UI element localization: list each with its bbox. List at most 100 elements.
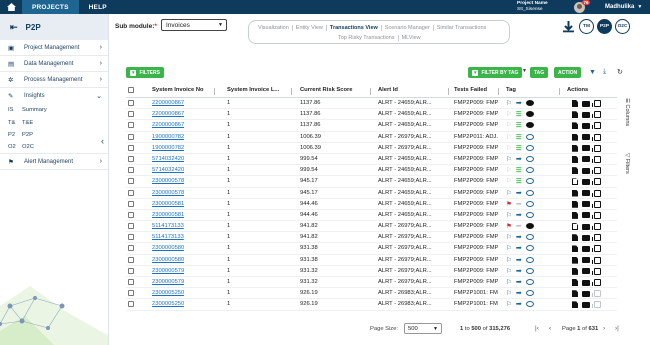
red-flag-icon[interactable]: ⚑ [506, 222, 512, 230]
refresh-icon[interactable]: ↻ [617, 68, 623, 76]
tab-entity-view[interactable]: Entity View [293, 25, 327, 31]
select-all-checkbox[interactable] [128, 87, 134, 93]
document-icon[interactable] [572, 290, 578, 298]
copy-icon[interactable] [592, 267, 601, 275]
invoice-link[interactable]: 5114173133 [152, 223, 184, 229]
chevron-down-icon[interactable]: ▼ [637, 4, 642, 10]
document-icon[interactable] [572, 144, 578, 152]
card-icon[interactable] [582, 156, 590, 163]
comment-icon[interactable] [525, 200, 534, 207]
flag-icon[interactable]: ⚐ [506, 233, 512, 241]
sidebar-subitem-te[interactable]: T& T&E [0, 117, 108, 130]
row-checkbox[interactable] [128, 189, 134, 196]
next-page-icon[interactable]: › [603, 325, 605, 332]
column-header-tag[interactable]: Tag [506, 87, 516, 93]
copy-icon[interactable] [592, 189, 601, 197]
card-icon[interactable] [582, 257, 590, 264]
table-row[interactable]: 5714032420 1 999.54 ALRT - 24659;ALR... FMP2… [126, 165, 617, 177]
list-icon[interactable]: ☰ [516, 166, 522, 174]
card-icon[interactable] [582, 245, 590, 252]
invoice-link[interactable]: 2300000579 [152, 268, 184, 274]
forward-arrow-icon[interactable]: ➡ [516, 300, 522, 308]
row-checkbox[interactable] [128, 155, 134, 162]
invoice-link[interactable]: 1900000782 [152, 134, 184, 140]
comment-icon[interactable] [525, 223, 534, 230]
forward-arrow-icon[interactable]: ➡ [516, 222, 522, 230]
forward-arrow-icon[interactable]: ➡ [516, 99, 522, 107]
card-icon[interactable] [582, 201, 590, 208]
table-row[interactable]: 2200000867 1 1137.86 ALRT - 24659;ALR... FMP… [126, 120, 617, 132]
table-row[interactable]: 2300000579 1 931.32 ALRT - 26979;ALR... FMP2… [126, 266, 617, 277]
comment-icon[interactable] [525, 256, 534, 263]
document-icon[interactable] [572, 167, 578, 175]
flag-icon[interactable]: ⚐ [506, 278, 512, 286]
invoice-link[interactable]: 2300000578 [152, 190, 184, 196]
card-icon[interactable] [582, 167, 590, 174]
flag-icon[interactable]: ⚐ [506, 256, 512, 264]
copy-icon[interactable] [592, 178, 601, 186]
tab-top-risky-transactions[interactable]: Top Risky Transactions [335, 35, 399, 41]
comment-icon[interactable] [525, 211, 534, 218]
comment-icon[interactable] [525, 100, 534, 106]
document-icon[interactable] [572, 301, 578, 309]
table-row[interactable]: 2200000867 1 1137.86 ALRT - 24659;ALR... FMP… [126, 109, 617, 121]
table-row[interactable]: 1900000782 1 1006.39 ALRT - 26979;ALR... FMP… [126, 143, 617, 154]
invoice-link[interactable]: 2300000580 [152, 245, 184, 251]
invoice-link[interactable]: 5114173133 [152, 234, 184, 240]
chevron-down-icon[interactable]: ▼ [522, 68, 527, 74]
nav-tab-help[interactable]: HELP [79, 0, 117, 14]
tab-mlview[interactable]: MLView [399, 35, 424, 41]
flag-outline-icon[interactable]: ⚐ [506, 177, 512, 185]
nav-tab-projects[interactable]: PROJECTS [22, 0, 79, 14]
copy-icon[interactable] [592, 155, 601, 163]
column-header-invoice-no[interactable]: System Invoice No [152, 87, 204, 93]
copy-icon[interactable] [592, 301, 601, 309]
row-checkbox[interactable] [128, 279, 134, 285]
sidebar-subitem-summary[interactable]: IS Summary [0, 104, 108, 117]
column-header-actions[interactable]: Actions [567, 87, 588, 93]
comment-icon[interactable] [525, 155, 534, 162]
sidebar-item-data-management[interactable]: ▤ Data Management › [0, 56, 108, 72]
card-icon[interactable] [582, 134, 590, 141]
filters-button[interactable]: ▼ FILTERS [126, 67, 164, 78]
flag-outline-icon[interactable]: ⚐ [506, 133, 512, 141]
table-row[interactable]: 2300000578 1 945.17 ALRT - 24659;ALR... FMP2… [126, 188, 617, 199]
comment-icon[interactable] [525, 167, 534, 174]
home-icon[interactable] [0, 0, 22, 14]
flag-icon[interactable]: ⚐ [506, 211, 512, 219]
document-icon[interactable] [572, 111, 578, 119]
module-button-p2p[interactable]: P2P [597, 19, 612, 34]
comment-icon[interactable] [525, 234, 534, 241]
forward-arrow-icon[interactable]: ➡ [516, 267, 522, 275]
card-icon[interactable] [582, 122, 590, 129]
forward-arrow-icon[interactable]: ➡ [516, 155, 522, 163]
document-icon[interactable] [572, 100, 578, 107]
tag-button[interactable]: TAG [530, 67, 549, 78]
flag-icon[interactable]: ⚐ [506, 244, 512, 252]
user-name[interactable]: Madhulika [605, 4, 634, 10]
column-header-tests-failed[interactable]: Tests Failed [454, 87, 487, 93]
document-icon[interactable] [572, 267, 578, 275]
invoice-link[interactable]: 5714032420 [152, 167, 184, 173]
card-icon[interactable] [582, 190, 590, 196]
invoice-link[interactable]: 2300000581 [152, 201, 184, 207]
table-row[interactable]: 2300000581 1 944.46 ALRT - 24659;ALR... FMP2… [126, 199, 617, 210]
sidebar-subitem-o2c[interactable]: O2 O2C [0, 142, 108, 154]
filters-panel-toggle[interactable]: ▽ Filters [624, 153, 630, 174]
copy-icon[interactable] [592, 133, 601, 141]
invoice-link[interactable]: 2300000578 [152, 178, 184, 184]
document-icon[interactable] [572, 211, 578, 219]
column-header-alert-id[interactable]: Alert Id [378, 87, 398, 93]
card-icon[interactable] [582, 145, 590, 152]
last-page-icon[interactable]: ›| [615, 325, 619, 332]
row-checkbox[interactable] [128, 267, 134, 274]
row-checkbox[interactable] [128, 245, 134, 252]
copy-icon[interactable] [592, 144, 601, 152]
comment-icon[interactable] [525, 178, 534, 185]
comment-icon[interactable] [525, 189, 534, 196]
copy-icon[interactable] [592, 279, 601, 286]
card-icon[interactable] [582, 234, 590, 241]
columns-panel-toggle[interactable]: ☰ Columns [624, 98, 630, 126]
module-button-tm[interactable]: TM [579, 19, 594, 34]
invoice-link[interactable]: 2300000580 [152, 257, 184, 263]
